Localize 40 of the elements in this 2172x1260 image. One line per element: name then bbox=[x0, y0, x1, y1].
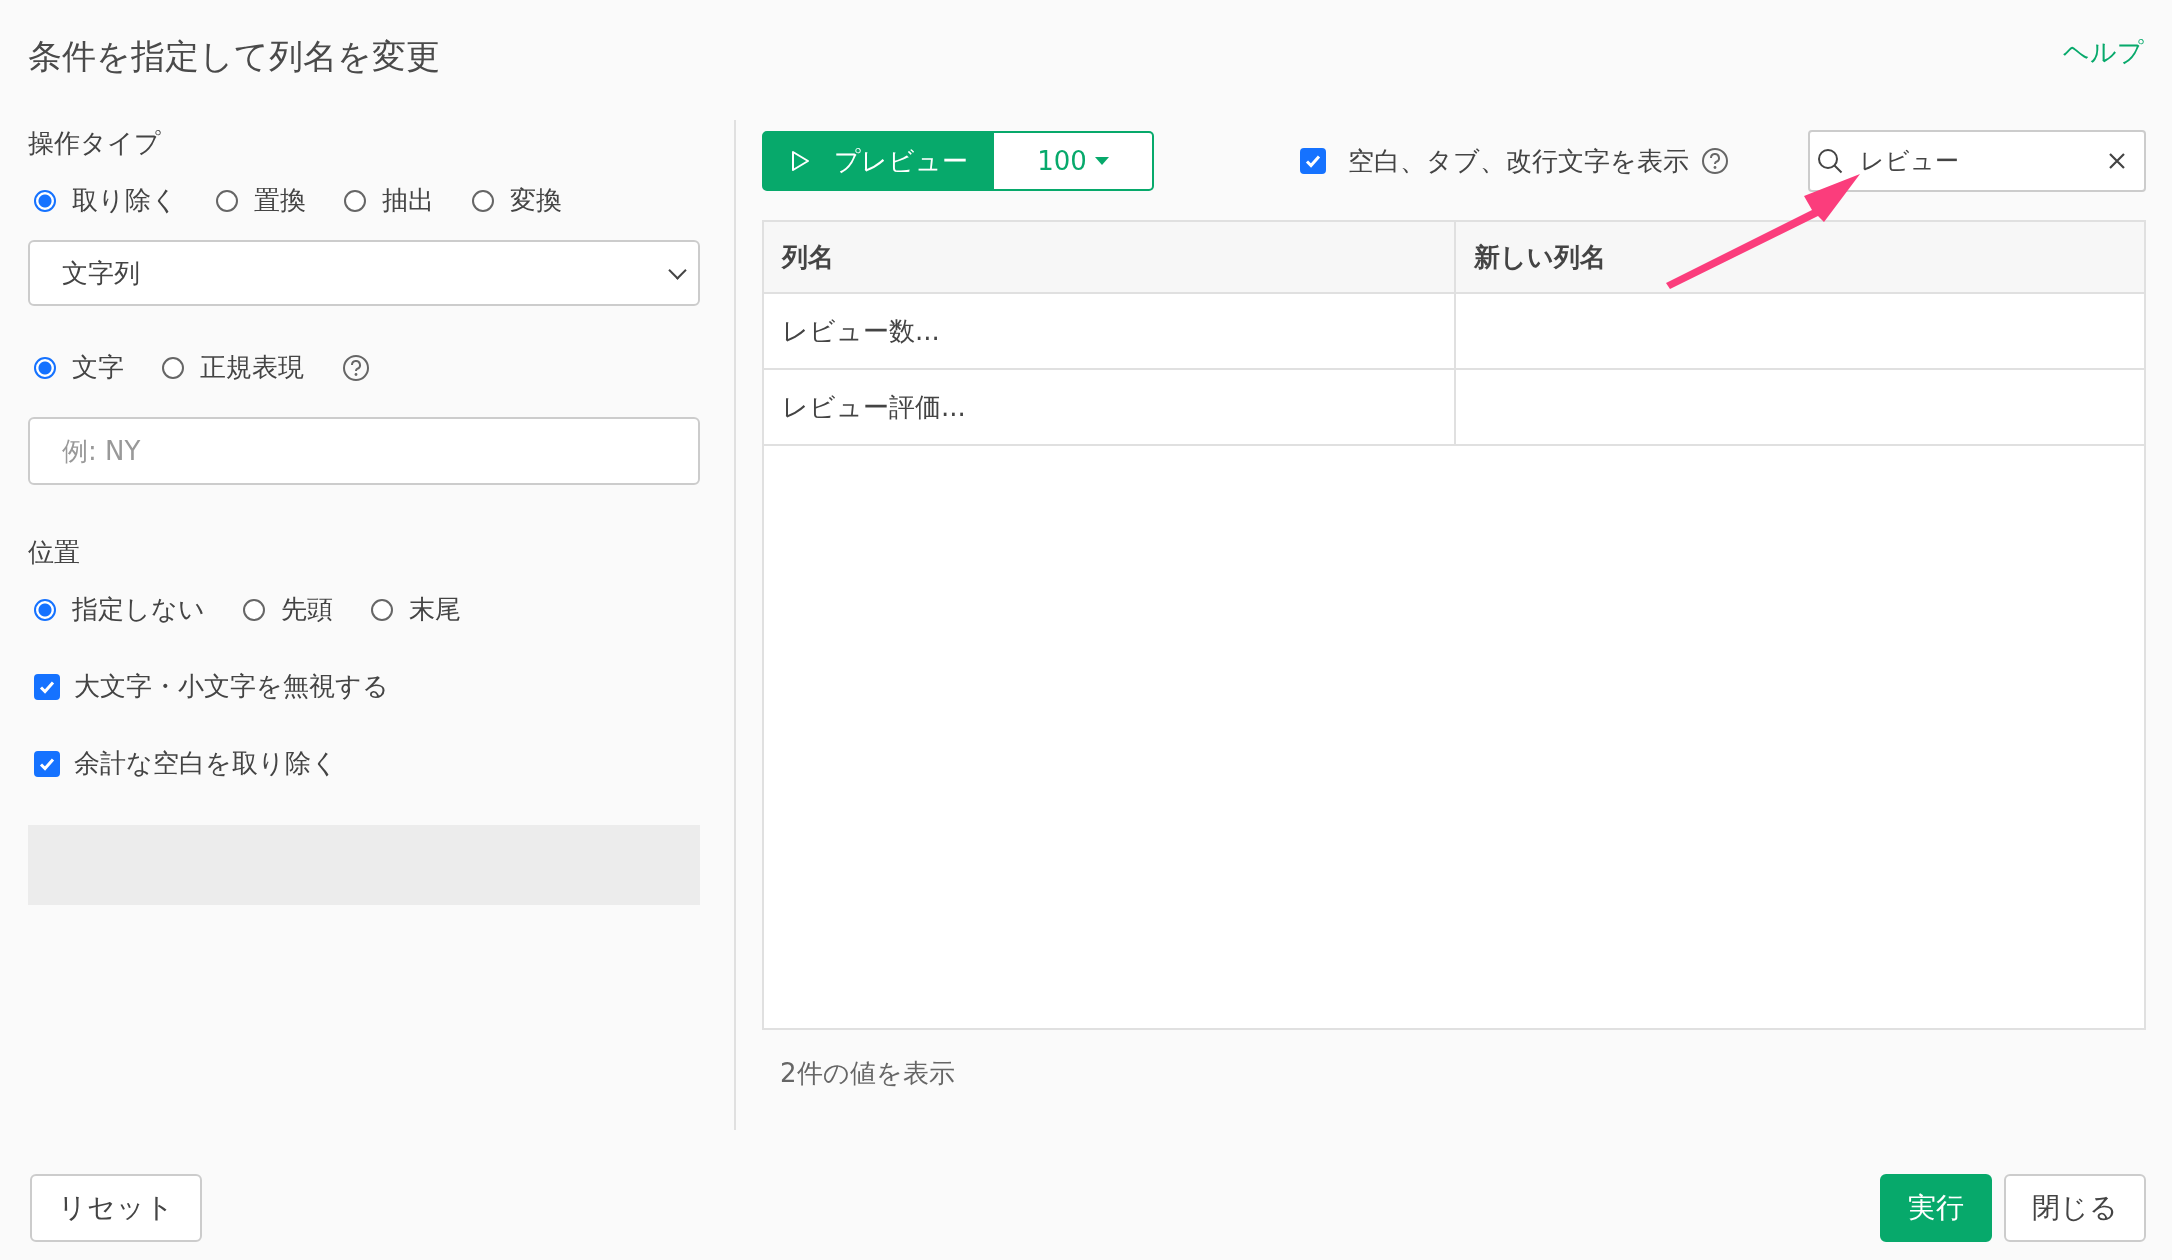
whitespace-toggle[interactable]: 空白、タブ、改行文字を表示 bbox=[1300, 143, 1689, 179]
search-field[interactable]: レビュー bbox=[1808, 130, 2146, 192]
radio-option[interactable]: 取り除く bbox=[34, 183, 178, 218]
search-icon bbox=[1816, 147, 1844, 175]
pattern-input[interactable]: 例: NY bbox=[28, 417, 700, 485]
result-count: 2件の値を表示 bbox=[780, 1057, 956, 1090]
checkbox[interactable] bbox=[34, 673, 60, 700]
section-label: 操作タイプ bbox=[28, 127, 162, 160]
checkbox[interactable] bbox=[34, 750, 60, 777]
radio-icon[interactable] bbox=[243, 598, 265, 621]
radio-option[interactable]: 指定しない bbox=[34, 592, 205, 627]
radio-option[interactable]: 末尾 bbox=[371, 592, 461, 627]
help-icon[interactable] bbox=[342, 353, 370, 382]
radio-option[interactable]: 文字 bbox=[34, 350, 124, 385]
radio-icon[interactable] bbox=[34, 189, 56, 212]
radio-icon[interactable] bbox=[34, 598, 56, 621]
type-select[interactable]: 文字列 bbox=[28, 240, 700, 306]
radio-option[interactable]: 抽出 bbox=[344, 183, 434, 218]
radio-icon[interactable] bbox=[344, 189, 366, 212]
radio-icon[interactable] bbox=[472, 189, 494, 212]
radio-option[interactable]: 先頭 bbox=[243, 592, 333, 627]
dialog-title: 条件を指定して列名を変更 bbox=[28, 35, 440, 78]
section-label: 位置 bbox=[28, 536, 81, 569]
close-button[interactable]: 閉じる bbox=[2004, 1174, 2146, 1242]
help-icon[interactable] bbox=[1701, 147, 1729, 175]
radio-icon[interactable] bbox=[34, 356, 56, 379]
radio-option[interactable]: 正規表現 bbox=[162, 350, 304, 385]
radio-icon[interactable] bbox=[216, 189, 238, 212]
radio-option[interactable]: 変換 bbox=[472, 183, 562, 218]
radio-icon[interactable] bbox=[371, 598, 393, 621]
checkbox[interactable] bbox=[1300, 148, 1326, 174]
checkbox-option[interactable]: 余計な空白を取り除く bbox=[28, 746, 700, 781]
caret-icon bbox=[1094, 157, 1109, 165]
radio-icon[interactable] bbox=[162, 356, 184, 379]
reset-button[interactable]: リセット bbox=[30, 1174, 202, 1242]
table-cell-text: レビュー数... bbox=[781, 314, 941, 348]
checkbox-option[interactable]: 大文字・小文字を無視する bbox=[28, 669, 700, 704]
table-cell-text: レビュー評価... bbox=[781, 390, 967, 424]
column-header: 列名 bbox=[780, 240, 835, 274]
radio-option[interactable]: 置換 bbox=[216, 183, 306, 218]
